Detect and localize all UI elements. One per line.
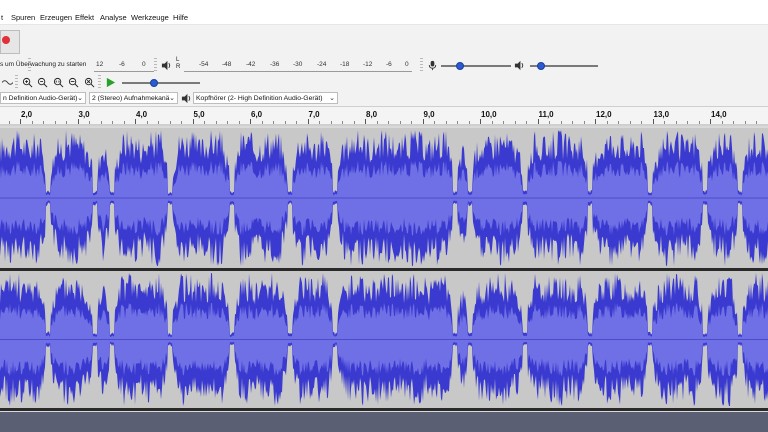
chevron-down-icon: ⌄ [329,95,335,102]
menu-help[interactable]: Hilfe [173,13,188,22]
menu-file-partial[interactable]: t [1,13,3,22]
fit-project-icon[interactable] [66,75,81,90]
waveform-right-channel[interactable] [0,271,768,408]
speaker-icon [512,58,527,73]
chevron-down-icon: ⌄ [169,95,175,102]
ruler-label: 4,0 [136,110,148,119]
record-icon [2,36,10,44]
playback-tick: -36 [270,61,280,68]
record-tick: 12 [96,61,104,68]
toolbar-grip[interactable] [154,58,157,72]
record-meter-scale [94,71,154,72]
track-bottom-border [0,408,768,411]
ruler-label: 11,0 [538,110,554,119]
speaker-icon[interactable] [159,58,174,73]
play-speed-slider[interactable] [122,82,200,84]
waveform-left-channel[interactable] [0,128,768,268]
toolbar-grip[interactable] [15,75,18,88]
playback-tick: -12 [363,61,373,68]
waveform-right[interactable] [0,271,768,408]
playback-tick: -30 [293,61,303,68]
chevron-down-icon: ⌄ [77,95,83,102]
channels-value: 2 (Stereo) Aufnahmekanä [92,95,170,102]
ruler-label: 3,0 [78,110,90,119]
record-volume-thumb[interactable] [455,62,464,70]
zoom-out-icon[interactable] [35,75,50,90]
trim-icon[interactable] [0,75,15,90]
zoom-in-icon[interactable] [20,75,35,90]
ruler-label: 6,0 [251,110,263,119]
menu-analyze[interactable]: Analyse [100,13,127,22]
toolbar-grip[interactable] [420,58,423,72]
playback-tick: -18 [340,61,350,68]
ruler-label: 10,0 [481,110,497,119]
ruler-label: 5,0 [193,110,205,119]
menu-generate[interactable]: Erzeugen [40,13,72,22]
playback-tick: -24 [317,61,327,68]
menu-effect[interactable]: Effekt [75,13,94,22]
microphone-icon [425,58,440,73]
recording-device-select[interactable]: n Definition Audio-Gerät) ⌄ [0,92,86,104]
monitor-hint-text[interactable]: s um Überwachung zu starten [0,61,86,68]
record-volume-slider[interactable] [441,65,511,67]
playback-device-select[interactable]: Kopfhörer (2- High Definition Audio-Gerä… [193,92,338,104]
toolbar-grip[interactable] [98,75,101,88]
ruler-label: 12,0 [596,110,612,119]
playback-meter-scale [184,71,412,72]
menu-tools[interactable]: Werkzeuge [131,13,169,22]
channels-select[interactable]: 2 (Stereo) Aufnahmekanä ⌄ [89,92,178,104]
ruler-label: 13,0 [653,110,670,119]
menu-tracks[interactable]: Spuren [11,13,35,22]
fit-selection-icon[interactable] [51,75,66,90]
play-at-speed-icon[interactable] [103,75,118,90]
playback-tick: -54 [199,61,209,68]
waveform-left[interactable] [0,128,768,268]
menu-bar: t Spuren Erzeugen Effekt Analyse Werkzeu… [0,10,768,25]
playback-tick: -6 [386,61,392,68]
playback-device-value: Kopfhörer (2- High Definition Audio-Gerä… [196,95,323,102]
playback-tick: -42 [246,61,256,68]
ruler-label: 14,0 [711,110,727,119]
speaker-icon [179,91,194,106]
ruler-label: 2,0 [21,110,33,119]
ruler-label: 7,0 [308,110,320,119]
left-channel-label: L [176,57,180,63]
recording-device-value: n Definition Audio-Gerät) [3,95,78,102]
record-tick: 0 [142,61,146,68]
playback-tick: -48 [222,61,232,68]
ruler-label: 9,0 [423,110,435,119]
playback-tick: 0 [405,61,409,68]
record-tick: -6 [119,61,125,68]
empty-track-area [0,412,768,432]
ruler-label: 8,0 [366,110,378,119]
right-channel-label: R [176,64,181,70]
zoom-toggle-icon[interactable] [82,75,97,90]
